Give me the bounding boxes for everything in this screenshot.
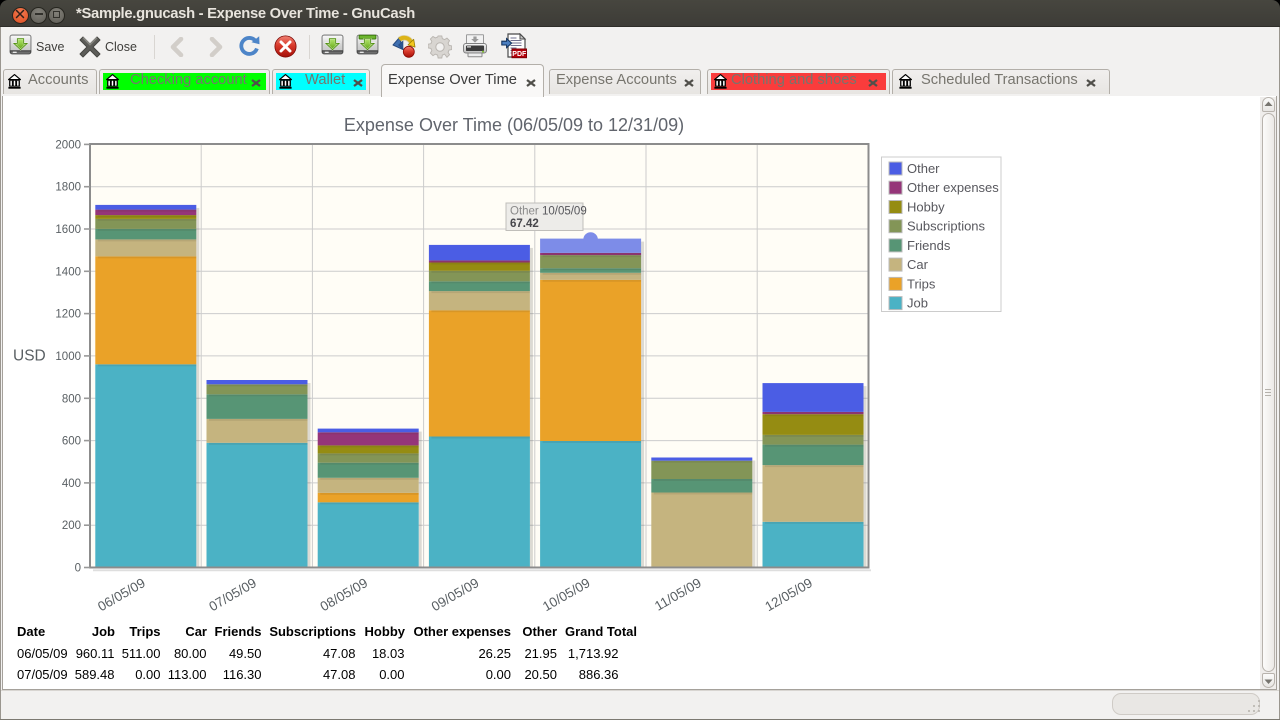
svg-text:1200: 1200 bbox=[55, 309, 81, 321]
svg-text:06/05/09: 06/05/09 bbox=[95, 575, 148, 614]
svg-text:07/05/09: 07/05/09 bbox=[206, 575, 259, 614]
svg-text:0: 0 bbox=[75, 563, 81, 575]
svg-text:Friends: Friends bbox=[907, 238, 951, 253]
svg-text:600: 600 bbox=[62, 436, 81, 448]
svg-text:09/05/09: 09/05/09 bbox=[429, 575, 482, 614]
svg-text:Other expenses: Other expenses bbox=[907, 180, 999, 195]
svg-text:Subscriptions: Subscriptions bbox=[907, 219, 986, 234]
svg-text:200: 200 bbox=[62, 520, 81, 532]
svg-text:08/05/09: 08/05/09 bbox=[318, 575, 371, 614]
svg-text:11/05/09: 11/05/09 bbox=[652, 575, 704, 614]
svg-text:Job: Job bbox=[907, 296, 928, 311]
svg-text:Hobby: Hobby bbox=[907, 200, 945, 215]
svg-text:10/05/09: 10/05/09 bbox=[540, 575, 593, 614]
svg-text:1800: 1800 bbox=[55, 182, 81, 194]
svg-text:Other 10/05/09: Other 10/05/09 bbox=[510, 206, 587, 218]
svg-text:2000: 2000 bbox=[55, 139, 81, 151]
svg-text:Other: Other bbox=[907, 161, 940, 176]
svg-text:PDF: PDF bbox=[512, 51, 527, 58]
svg-text:12/05/09: 12/05/09 bbox=[762, 575, 815, 614]
svg-text:1000: 1000 bbox=[55, 351, 81, 363]
svg-text:Trips: Trips bbox=[907, 276, 936, 291]
svg-text:Expense Over Time (06/05/09 to: Expense Over Time (06/05/09 to 12/31/09) bbox=[344, 115, 684, 135]
svg-text:1600: 1600 bbox=[55, 224, 81, 236]
svg-text:400: 400 bbox=[62, 478, 81, 490]
svg-text:800: 800 bbox=[62, 393, 81, 405]
svg-text:USD: USD bbox=[13, 348, 46, 365]
svg-text:67.42: 67.42 bbox=[510, 218, 539, 230]
svg-text:Car: Car bbox=[907, 257, 929, 272]
svg-text:1400: 1400 bbox=[55, 266, 81, 278]
